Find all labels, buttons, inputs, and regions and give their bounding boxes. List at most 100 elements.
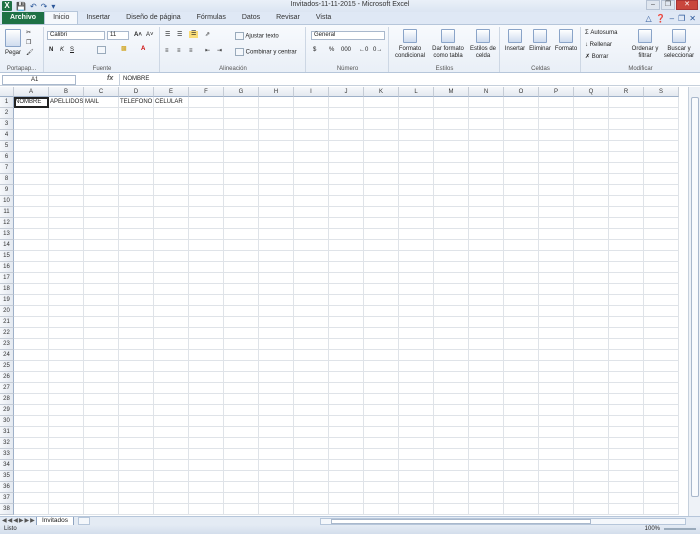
cell-i1[interactable] [294,97,329,108]
cell-b17[interactable] [49,273,84,284]
cell-c24[interactable] [84,350,119,361]
cell-r10[interactable] [609,196,644,207]
cell-q29[interactable] [574,405,609,416]
cell-e6[interactable] [154,152,189,163]
align-bottom-icon[interactable]: ☰ [189,31,199,38]
cell-e13[interactable] [154,229,189,240]
cell-q13[interactable] [574,229,609,240]
cell-s9[interactable] [644,185,679,196]
row-header-22[interactable]: 22 [0,328,14,339]
cell-i17[interactable] [294,273,329,284]
cell-g33[interactable] [224,449,259,460]
cell-c13[interactable] [84,229,119,240]
cell-a4[interactable] [14,130,49,141]
row-header-12[interactable]: 12 [0,218,14,229]
cell-k12[interactable] [364,218,399,229]
cell-c37[interactable] [84,493,119,504]
cell-g12[interactable] [224,218,259,229]
cell-s14[interactable] [644,240,679,251]
cell-c21[interactable] [84,317,119,328]
cell-s23[interactable] [644,339,679,350]
font-name-select[interactable]: Calibri [47,31,105,40]
cell-q7[interactable] [574,163,609,174]
cell-h26[interactable] [259,372,294,383]
row-header-13[interactable]: 13 [0,229,14,240]
cell-q27[interactable] [574,383,609,394]
cell-c31[interactable] [84,427,119,438]
cell-i9[interactable] [294,185,329,196]
cell-n6[interactable] [469,152,504,163]
cell-q6[interactable] [574,152,609,163]
cell-p30[interactable] [539,416,574,427]
cell-n29[interactable] [469,405,504,416]
cell-f23[interactable] [189,339,224,350]
cell-g22[interactable] [224,328,259,339]
name-box[interactable]: A1 [2,75,76,85]
cell-n37[interactable] [469,493,504,504]
cell-m10[interactable] [434,196,469,207]
cell-i7[interactable] [294,163,329,174]
cell-e30[interactable] [154,416,189,427]
cell-g26[interactable] [224,372,259,383]
cell-k9[interactable] [364,185,399,196]
cell-o37[interactable] [504,493,539,504]
cell-i32[interactable] [294,438,329,449]
row-header-26[interactable]: 26 [0,372,14,383]
cell-s15[interactable] [644,251,679,262]
tab-insertar[interactable]: Insertar [78,12,118,24]
cell-n23[interactable] [469,339,504,350]
cell-d12[interactable] [119,218,154,229]
cell-q24[interactable] [574,350,609,361]
cell-d14[interactable] [119,240,154,251]
cell-g7[interactable] [224,163,259,174]
cell-e3[interactable] [154,119,189,130]
cell-j14[interactable] [329,240,364,251]
cell-g9[interactable] [224,185,259,196]
cell-p28[interactable] [539,394,574,405]
cell-o19[interactable] [504,295,539,306]
cell-i3[interactable] [294,119,329,130]
cell-n30[interactable] [469,416,504,427]
cell-l2[interactable] [399,108,434,119]
cell-r1[interactable] [609,97,644,108]
cell-m13[interactable] [434,229,469,240]
cell-r15[interactable] [609,251,644,262]
cell-o30[interactable] [504,416,539,427]
cell-o17[interactable] [504,273,539,284]
cell-g17[interactable] [224,273,259,284]
cell-l37[interactable] [399,493,434,504]
cell-m6[interactable] [434,152,469,163]
cell-e17[interactable] [154,273,189,284]
cell-p11[interactable] [539,207,574,218]
cell-g31[interactable] [224,427,259,438]
orientation-icon[interactable]: ⇗ [205,32,210,39]
cell-o33[interactable] [504,449,539,460]
close-button[interactable]: ✕ [676,0,698,10]
cell-r14[interactable] [609,240,644,251]
cell-p8[interactable] [539,174,574,185]
tab-formulas[interactable]: Fórmulas [189,12,234,24]
cell-n12[interactable] [469,218,504,229]
column-header-j[interactable]: J [329,87,364,97]
cell-q28[interactable] [574,394,609,405]
cell-k32[interactable] [364,438,399,449]
cell-d17[interactable] [119,273,154,284]
cell-o32[interactable] [504,438,539,449]
cell-e37[interactable] [154,493,189,504]
cell-a3[interactable] [14,119,49,130]
cell-p36[interactable] [539,482,574,493]
cell-n33[interactable] [469,449,504,460]
cell-p10[interactable] [539,196,574,207]
cell-p38[interactable] [539,504,574,515]
cell-k3[interactable] [364,119,399,130]
cell-r23[interactable] [609,339,644,350]
cell-g29[interactable] [224,405,259,416]
align-top-icon[interactable]: ☰ [165,32,170,39]
italic-icon[interactable]: K [60,47,64,54]
cell-p32[interactable] [539,438,574,449]
cell-c17[interactable] [84,273,119,284]
cell-m17[interactable] [434,273,469,284]
column-header-p[interactable]: P [539,87,574,97]
cell-r38[interactable] [609,504,644,515]
format-painter-icon[interactable]: 🖌 [26,50,34,57]
